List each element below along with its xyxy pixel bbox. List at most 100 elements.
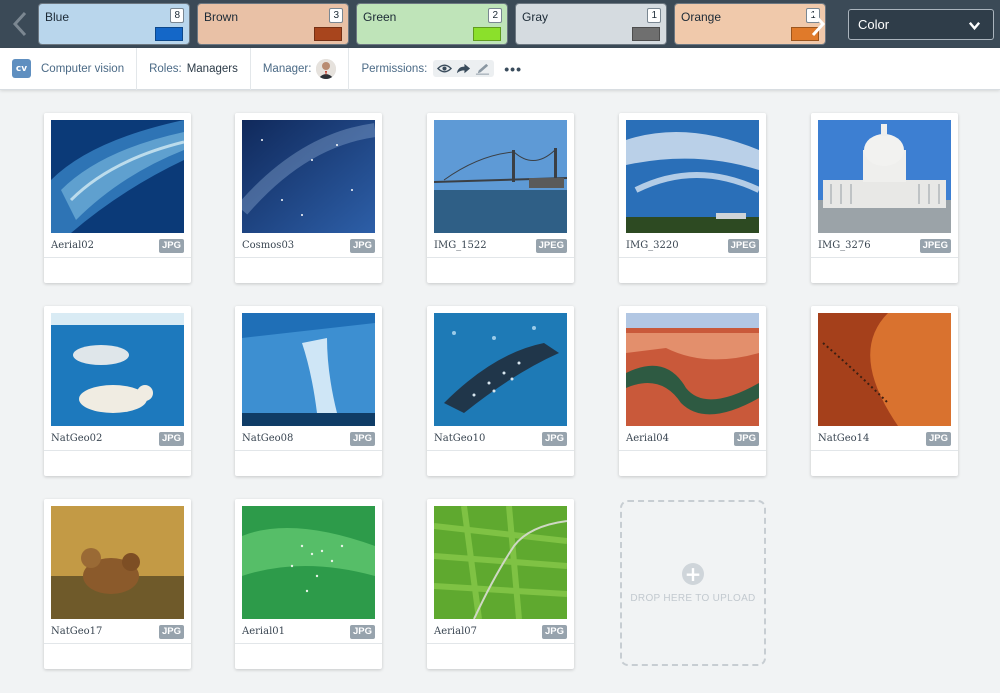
image-card[interactable]: Aerial01 JPG <box>235 499 382 669</box>
card-divider <box>811 257 958 258</box>
image-filename: NatGeo02 <box>51 433 103 444</box>
card-divider <box>235 450 382 451</box>
collection-toolbar: cv Computer vision Roles: Managers Manag… <box>0 47 1000 90</box>
more-options-icon[interactable]: ••• <box>504 61 522 77</box>
color-dropdown-value: Color <box>858 17 890 32</box>
file-type-badge: JPG <box>349 432 375 446</box>
color-filter-bar: Blue 8 Brown 3 Green 2 Gray 1 Orange 1 Color <box>0 0 1000 48</box>
image-filename: NatGeo17 <box>51 626 103 637</box>
card-divider <box>44 257 191 258</box>
file-type-badge: JPG <box>349 239 375 253</box>
image-filename: NatGeo08 <box>242 433 294 444</box>
collection-logo: cv <box>12 59 31 78</box>
color-filter-green[interactable]: Green 2 <box>356 3 508 45</box>
collection-name-group: cv Computer vision <box>0 47 138 90</box>
color-chip <box>632 27 660 41</box>
next-arrow-icon[interactable] <box>800 0 836 48</box>
upload-dropzone[interactable]: + DROP HERE TO UPLOAD <box>620 500 766 666</box>
manager-avatar[interactable] <box>316 58 337 79</box>
color-chip <box>155 27 183 41</box>
image-filename: NatGeo14 <box>818 433 870 444</box>
card-divider <box>235 257 382 258</box>
color-chip <box>473 27 501 41</box>
plus-icon: + <box>682 562 704 585</box>
image-thumbnail[interactable] <box>434 506 567 619</box>
pencil-icon[interactable] <box>475 62 490 75</box>
card-divider <box>235 643 382 644</box>
image-thumbnail[interactable] <box>51 313 184 426</box>
card-divider <box>44 450 191 451</box>
color-filter-count: 8 <box>170 8 184 23</box>
color-filter-label: Green <box>363 10 397 24</box>
file-type-badge: JPEG <box>919 239 951 253</box>
roles-group[interactable]: Roles: Managers <box>137 47 251 90</box>
file-type-badge: JPEG <box>535 239 567 253</box>
image-thumbnail[interactable] <box>818 120 951 233</box>
image-thumbnail[interactable] <box>434 313 567 426</box>
color-swatch-list: Blue 8 Brown 3 Green 2 Gray 1 Orange 1 <box>38 3 826 45</box>
previous-arrow-icon[interactable] <box>2 0 38 48</box>
color-filter-label: Gray <box>522 10 549 24</box>
manager-label: Manager: <box>262 62 312 75</box>
image-thumbnail[interactable] <box>626 313 759 426</box>
image-thumbnail[interactable] <box>242 506 375 619</box>
image-card[interactable]: Cosmos03 JPG <box>235 113 382 283</box>
image-thumbnail[interactable] <box>242 313 375 426</box>
card-divider <box>427 643 574 644</box>
permission-icons[interactable] <box>433 60 495 77</box>
image-filename: Aerial04 <box>626 433 670 444</box>
share-arrow-icon[interactable] <box>456 62 471 75</box>
color-filter-count: 1 <box>647 8 661 23</box>
image-thumbnail[interactable] <box>242 120 375 233</box>
file-type-badge: JPG <box>925 432 951 446</box>
image-thumbnail[interactable] <box>51 506 184 619</box>
roles-label: Roles: <box>149 62 182 75</box>
file-type-badge: JPG <box>541 625 567 639</box>
color-chip <box>314 27 342 41</box>
image-card[interactable]: Aerial04 JPG <box>619 306 766 476</box>
color-filter-brown[interactable]: Brown 3 <box>197 3 349 45</box>
card-divider <box>427 450 574 451</box>
file-type-badge: JPG <box>733 432 759 446</box>
manager-group[interactable]: Manager: <box>251 47 350 90</box>
color-dropdown[interactable]: Color <box>848 9 994 40</box>
color-filter-label: Blue <box>45 10 70 24</box>
image-card[interactable]: IMG_3276 JPEG <box>811 113 958 283</box>
roles-value: Managers <box>186 62 238 75</box>
file-type-badge: JPG <box>349 625 375 639</box>
image-filename: Cosmos03 <box>242 240 295 251</box>
image-thumbnail[interactable] <box>626 120 759 233</box>
card-divider <box>619 450 766 451</box>
image-card[interactable]: NatGeo14 JPG <box>811 306 958 476</box>
eye-icon[interactable] <box>437 62 453 75</box>
image-filename: Aerial01 <box>242 626 286 637</box>
image-card[interactable]: NatGeo10 JPG <box>427 306 574 476</box>
image-card[interactable]: NatGeo17 JPG <box>44 499 191 669</box>
card-divider <box>44 643 191 644</box>
dropzone-label: DROP HERE TO UPLOAD <box>630 592 756 604</box>
image-card[interactable]: IMG_1522 JPEG <box>427 113 574 283</box>
file-type-badge: JPG <box>158 239 184 253</box>
file-type-badge: JPEG <box>727 239 759 253</box>
image-card[interactable]: NatGeo08 JPG <box>235 306 382 476</box>
image-filename: IMG_3220 <box>626 240 679 251</box>
permissions-label: Permissions: <box>361 62 428 75</box>
image-thumbnail[interactable] <box>434 120 567 233</box>
color-filter-label: Orange <box>681 10 722 24</box>
image-card[interactable]: NatGeo02 JPG <box>44 306 191 476</box>
card-divider <box>427 257 574 258</box>
image-filename: Aerial07 <box>434 626 478 637</box>
file-type-badge: JPG <box>158 625 184 639</box>
image-card[interactable]: Aerial07 JPG <box>427 499 574 669</box>
image-thumbnail[interactable] <box>51 120 184 233</box>
collection-title[interactable]: Computer vision <box>41 63 124 75</box>
card-divider <box>811 450 958 451</box>
file-type-badge: JPG <box>541 432 567 446</box>
color-filter-gray[interactable]: Gray 1 <box>515 3 667 45</box>
image-card[interactable]: IMG_3220 JPEG <box>619 113 766 283</box>
color-filter-blue[interactable]: Blue 8 <box>38 3 190 45</box>
image-thumbnail[interactable] <box>818 313 951 426</box>
chevron-down-icon <box>968 21 981 31</box>
image-filename: Aerial02 <box>51 240 95 251</box>
image-card[interactable]: Aerial02 JPG <box>44 113 191 283</box>
